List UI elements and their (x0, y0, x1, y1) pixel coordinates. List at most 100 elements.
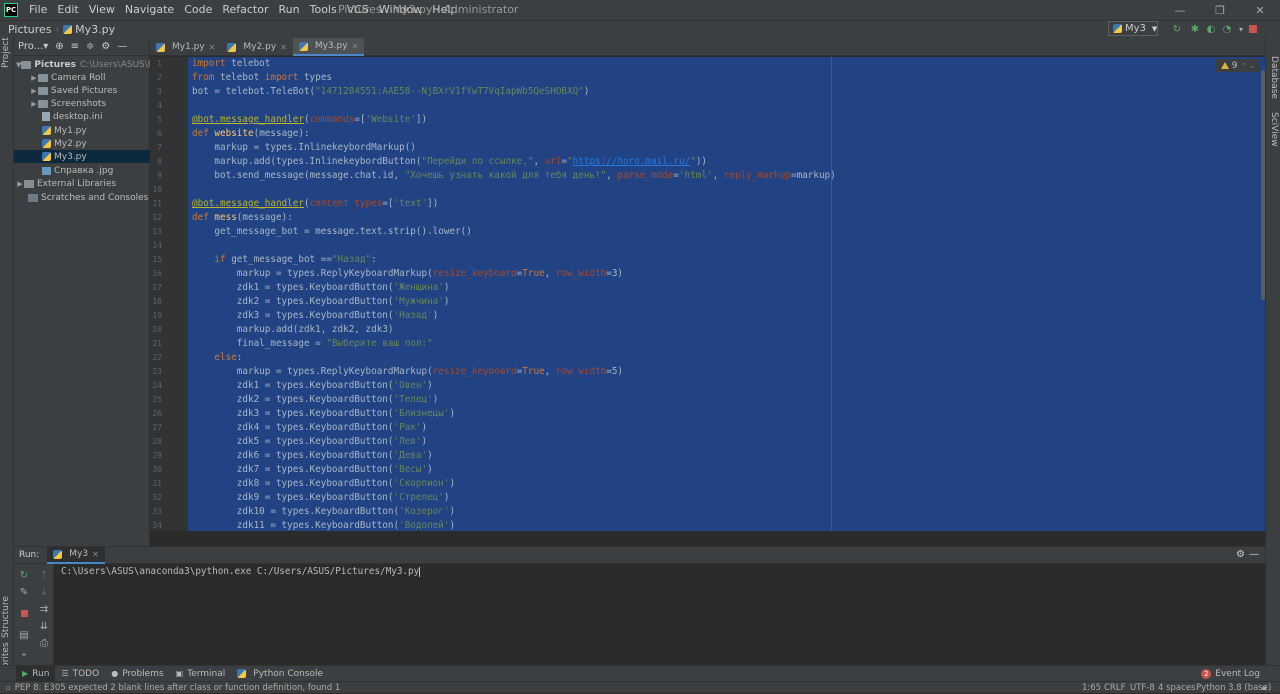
debug-icon[interactable]: ✱ (1188, 22, 1202, 36)
tab-my2[interactable]: My2.py ✕ (221, 38, 292, 56)
arrow-down-icon[interactable]: ↓ (39, 587, 49, 598)
code-line[interactable]: final_message = "Выберите ваш пол:" (192, 337, 433, 351)
collapse-arrow-icon[interactable]: ▶ (30, 87, 38, 95)
soft-wrap-icon[interactable]: ⇉ (39, 604, 49, 615)
menu-edit[interactable]: Edit (52, 0, 83, 20)
tool-tab-python-console[interactable]: Python Console (231, 666, 329, 682)
code-line[interactable]: markup.add(types.InlinekeybordButton("Пе… (192, 155, 707, 169)
scroll-to-end-icon[interactable]: ⇊ (39, 621, 49, 632)
print-icon[interactable]: ⎙ (39, 638, 49, 649)
tool-tab-problems[interactable]: ● Problems (105, 666, 169, 682)
code-line[interactable]: zdk5 = types.KeyboardButton('Лев') (192, 435, 427, 449)
code-line[interactable]: zdk6 = types.KeyboardButton('Дева') (192, 449, 433, 463)
code-line[interactable]: @bot.message_handler(commands=['Website'… (192, 113, 427, 127)
code-line[interactable]: zdk7 = types.KeyboardButton('Весы') (192, 463, 433, 477)
hide-panel-icon[interactable]: — (1249, 549, 1259, 560)
code-line[interactable]: markup = types.ReplyKeyboardMarkup(resiz… (192, 267, 623, 281)
project-view-select[interactable]: Pro...▾ (18, 41, 48, 52)
wrench-icon[interactable]: ✎ (19, 587, 29, 598)
menu-view[interactable]: View (84, 0, 120, 20)
file-encoding[interactable]: UTF-8 (1130, 682, 1155, 694)
rerun-icon[interactable]: ↻ (19, 570, 29, 581)
run-tab-my3[interactable]: My3 ✕ (47, 546, 105, 564)
code-line[interactable]: zdk2 = types.KeyboardButton('Мужчина') (192, 295, 450, 309)
coverage-icon[interactable]: ◐ (1204, 22, 1218, 36)
project-tool-tab[interactable]: Project (1, 37, 11, 68)
menu-code[interactable]: Code (179, 0, 217, 20)
code-line[interactable]: zdk2 = types.KeyboardButton('Телец') (192, 393, 439, 407)
breadcrumb-file[interactable]: My3.py (75, 23, 119, 36)
restore-layout-icon[interactable]: ▤ (19, 630, 29, 641)
profile-icon[interactable]: ◔ (1220, 22, 1234, 36)
code-line[interactable]: zdk4 = types.KeyboardButton('Рак') (192, 421, 427, 435)
collapse-arrow-icon[interactable]: ▶ (30, 100, 38, 108)
code-line[interactable]: bot = telebot.TeleBot("1471284551:AAE58-… (192, 85, 589, 99)
event-log-button[interactable]: 2 Event Log (1195, 666, 1266, 682)
status-message[interactable]: PEP 8: E305 expected 2 blank lines after… (11, 683, 341, 693)
code-line[interactable]: zdk10 = types.KeyboardButton('Козерог') (192, 505, 455, 519)
inspection-widget[interactable]: 9 ⌃ ⌄ (1216, 59, 1260, 72)
line-separator[interactable]: CRLF (1104, 682, 1125, 694)
menu-tools[interactable]: Tools (305, 0, 342, 20)
code-line[interactable]: markup = types.InlinekeybordMarkup() (192, 141, 416, 155)
stop-icon[interactable] (1246, 22, 1260, 36)
code-line[interactable]: def website(message): (192, 127, 310, 141)
menu-file[interactable]: File (24, 0, 52, 20)
code-line[interactable]: @bot.message_handler(content_types=['tex… (192, 197, 438, 211)
caret-position[interactable]: 1:65 (1082, 682, 1101, 694)
hide-icon[interactable]: — (117, 41, 127, 52)
code-line[interactable]: if get_message_bot =="Назад": (192, 253, 376, 267)
tab-my1[interactable]: My1.py ✕ (150, 38, 221, 56)
code-line[interactable]: else: (192, 351, 242, 365)
gear-icon[interactable]: ⚙ (101, 41, 110, 52)
chevron-down-icon[interactable]: ⌄ (1249, 62, 1255, 70)
tree-item-my1[interactable]: My1.py (14, 124, 150, 137)
close-tab-icon[interactable]: ✕ (352, 42, 359, 51)
run-config-select[interactable]: My3 ▼ (1108, 21, 1158, 36)
code-line[interactable]: get_message_bot = message.text.strip().l… (192, 225, 472, 239)
code-line[interactable]: markup = types.ReplyKeyboardMarkup(resiz… (192, 365, 623, 379)
tab-my3[interactable]: My3.py ✕ (292, 38, 365, 56)
run-console[interactable]: C:\Users\ASUS\anaconda3\python.exe C:/Us… (54, 564, 1265, 665)
tree-item-scratches[interactable]: Scratches and Consoles (14, 191, 150, 204)
close-icon[interactable]: ✕ (1240, 0, 1280, 20)
code-line[interactable]: import telebot (192, 57, 270, 71)
rerun-icon[interactable]: ↻ (1170, 22, 1184, 36)
code-line[interactable]: zdk3 = types.KeyboardButton('Назад') (192, 309, 439, 323)
tree-item-external-libraries[interactable]: ▶ External Libraries (14, 177, 150, 190)
tool-tab-terminal[interactable]: ▣ Terminal (170, 666, 232, 682)
tree-item-my3[interactable]: My3.py (14, 150, 150, 163)
collapse-all-icon[interactable]: ≑ (86, 41, 94, 52)
code-line[interactable]: markup.add(zdk1, zdk2, zdk3) (192, 323, 394, 337)
code-line[interactable]: zdk8 = types.KeyboardButton('Скорпион') (192, 477, 455, 491)
collapse-arrow-icon[interactable]: ▶ (30, 74, 38, 82)
close-tab-icon[interactable]: ✕ (280, 43, 287, 52)
restore-icon[interactable]: ❐ (1200, 0, 1240, 20)
code-line[interactable]: zdk11 = types.KeyboardButton('Водолей') (192, 519, 455, 531)
close-tab-icon[interactable]: ✕ (209, 43, 216, 52)
indent-setting[interactable]: 4 spaces (1158, 682, 1195, 694)
menu-navigate[interactable]: Navigate (120, 0, 179, 20)
database-tool-tab[interactable]: Database (1269, 56, 1279, 99)
minimize-icon[interactable]: — (1160, 0, 1200, 20)
close-tab-icon[interactable]: ✕ (92, 550, 99, 559)
tree-item-camera-roll[interactable]: ▶ Camera Roll (14, 71, 150, 84)
lock-icon[interactable]: 🔒︎ (1262, 682, 1267, 694)
code-line[interactable]: zdk1 = types.KeyboardButton('Овен') (192, 379, 433, 393)
locate-icon[interactable]: ⊕ (55, 41, 63, 52)
arrow-up-icon[interactable]: ↑ (39, 570, 49, 581)
code-line[interactable]: bot.send_message(message.chat.id, "Хочеш… (192, 169, 835, 183)
chevron-up-icon[interactable]: ⌃ (1240, 62, 1246, 70)
sciview-tool-tab[interactable]: SciView (1269, 112, 1279, 147)
gear-icon[interactable]: ⚙ (1236, 549, 1245, 560)
python-interpreter[interactable]: Python 3.8 (base) (1196, 682, 1271, 694)
breadcrumb-project[interactable]: Pictures (0, 23, 56, 36)
pin-icon[interactable]: ⌖ (19, 650, 29, 660)
tree-item-desktop-ini[interactable]: desktop.ini (14, 110, 150, 123)
stop-icon[interactable] (19, 608, 29, 618)
code-line[interactable]: from telebot import types (192, 71, 332, 85)
tree-item-my2[interactable]: My2.py (14, 137, 150, 150)
tree-item-screenshots[interactable]: ▶ Screenshots (14, 97, 150, 110)
code-line[interactable]: def mess(message): (192, 211, 293, 225)
expand-all-icon[interactable]: ≡ (71, 41, 79, 52)
